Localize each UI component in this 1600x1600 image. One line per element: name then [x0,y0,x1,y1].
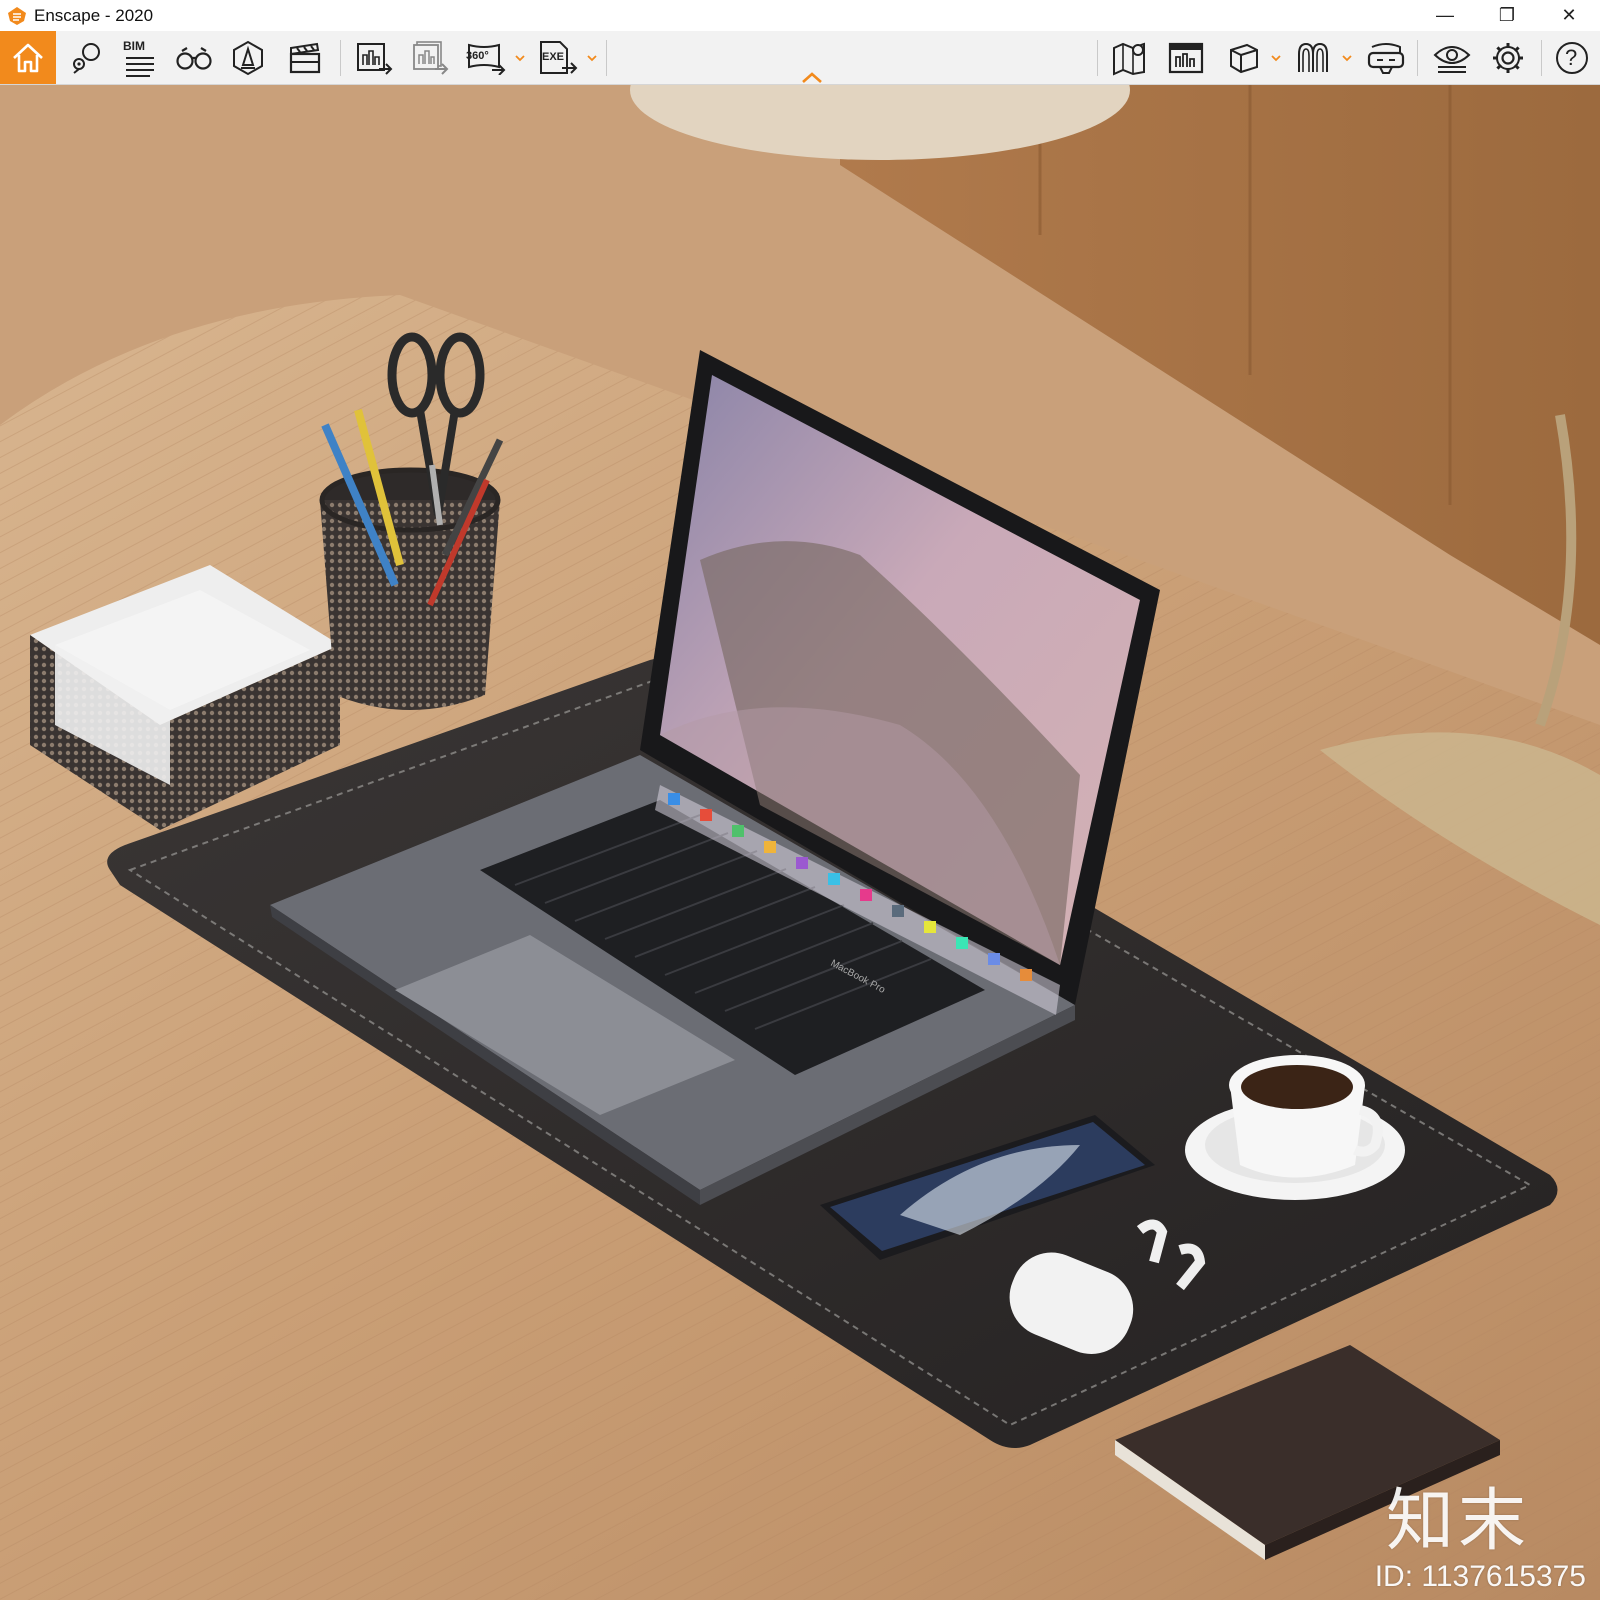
vr-headset-icon [1367,42,1405,74]
help-label: ? [1565,45,1578,70]
exe-dropdown-icon[interactable] [587,53,597,63]
views-button[interactable] [62,31,112,84]
screenshot-export-icon [357,42,393,75]
panorama-button[interactable]: 360° [460,31,512,84]
material-editor-button[interactable] [1288,31,1340,84]
desk-render-image: MacBook Pro [0,85,1600,1600]
watermark-brand: 知末 [1385,1482,1530,1561]
vr-headset-button[interactable] [1360,31,1412,84]
batch-render-button[interactable] [404,31,456,84]
visual-settings-button[interactable] [1426,31,1478,84]
clapperboard-icon [289,42,321,73]
window-title: Enscape - 2020 [34,5,154,25]
sun-button[interactable] [222,31,274,84]
home-button[interactable] [0,31,56,84]
asset-library-icon [1168,42,1204,73]
render-viewport[interactable]: MacBook Pro 知末 ID: 1137615375 [0,85,1600,1600]
sun-brightness-icon [233,40,263,75]
panorama-label: 360° [466,50,489,62]
restore-button[interactable]: ❐ [1476,0,1538,31]
collapse-toolbar-icon[interactable] [800,70,824,84]
toolbar-separator [606,40,607,76]
bim-label: BIM [123,39,145,53]
cube-view-icon [1230,43,1258,73]
watermark-id: ID: 1137615375 [1374,1560,1586,1593]
settings-button[interactable] [1482,31,1534,84]
minimize-button[interactable]: — [1414,0,1476,31]
toolbar-separator [1541,40,1542,76]
batch-export-icon [413,40,449,75]
location-pins-icon [73,42,100,74]
settings-gear-icon [1493,42,1523,73]
video-editor-button[interactable] [278,31,330,84]
title-bar: Enscape - 2020 — ❐ ✕ [0,0,1600,31]
home-icon [13,43,43,72]
exe-label: EXE [542,51,565,63]
bim-button[interactable]: BIM [114,31,166,84]
toolbar-separator [1417,40,1418,76]
toolbar-separator [340,40,341,76]
map-button[interactable] [1104,31,1156,84]
screenshot-button[interactable] [348,31,400,84]
toolbar-separator [1097,40,1098,76]
map-pin-icon [1113,42,1145,76]
binoculars-icon [176,46,212,70]
material-editor-icon [1298,42,1328,72]
material-dropdown-icon[interactable] [1342,53,1352,63]
walk-mode-button[interactable] [168,31,220,84]
help-button[interactable]: ? [1549,31,1595,84]
close-button[interactable]: ✕ [1538,0,1600,31]
panorama-dropdown-icon[interactable] [515,53,525,63]
view-mode-button[interactable] [1218,31,1268,84]
visual-settings-eye-icon [1433,45,1471,73]
view-mode-dropdown-icon[interactable] [1271,53,1281,63]
exe-export-button[interactable]: EXE [532,31,584,84]
enscape-logo-icon [6,5,28,27]
asset-library-button[interactable] [1160,31,1212,84]
